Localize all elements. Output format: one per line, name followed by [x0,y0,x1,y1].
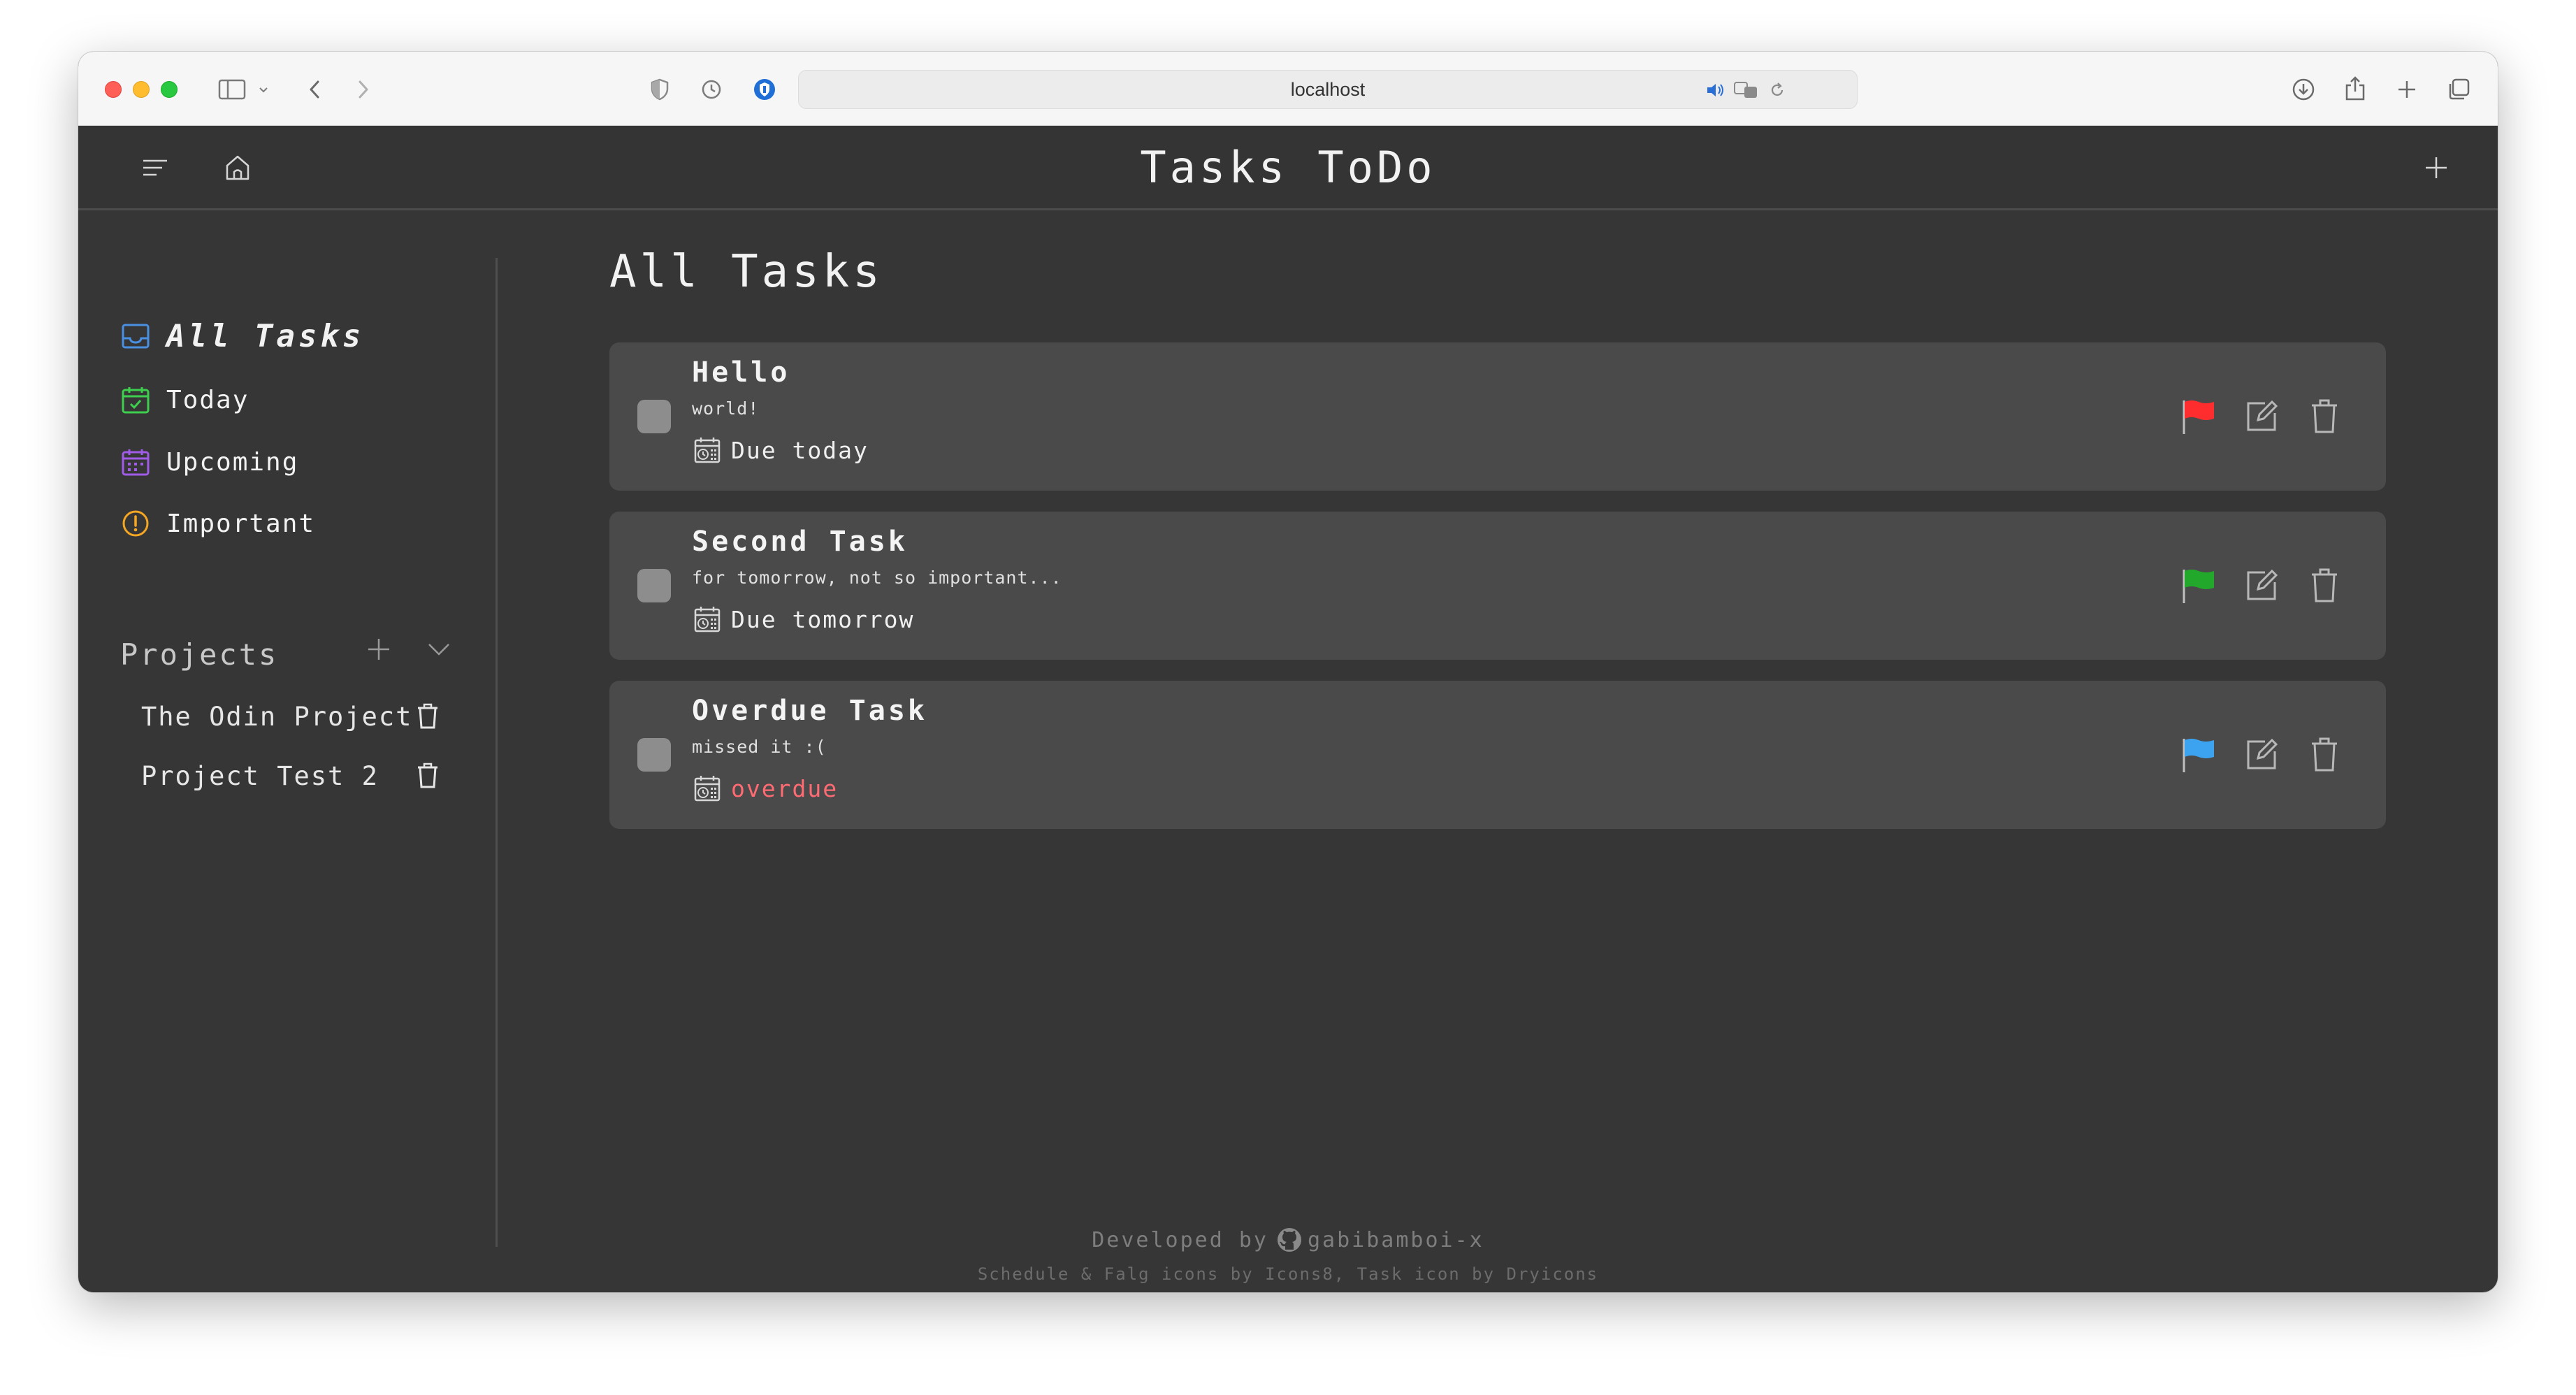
reload-icon[interactable] [1766,79,1788,101]
project-label: The Odin Project [141,701,413,732]
task-checkbox[interactable] [637,738,671,772]
minimize-window-button[interactable] [133,81,150,98]
task-card[interactable]: Second Task for tomorrow, not so importa… [609,512,2386,660]
project-label: Project Test 2 [141,760,379,791]
browser-toolbar: localhost [78,52,2498,126]
trash-icon[interactable] [410,758,445,793]
new-tab-icon[interactable] [2392,74,2422,105]
project-item-odin[interactable]: The Odin Project [141,695,412,737]
page-title: All Tasks [609,246,883,298]
task-title: Second Task [692,526,908,558]
address-bar[interactable]: localhost [798,70,1858,109]
browser-window: localhost Tasks ToDo All Tasks Today Upc… [78,52,2498,1292]
task-checkbox[interactable] [637,400,671,433]
edit-icon[interactable] [2241,565,2282,607]
alert-circle-icon [120,508,151,539]
trash-icon[interactable] [2303,734,2345,776]
sidebar-item-label: Important [166,509,316,538]
share-icon[interactable] [2340,73,2371,105]
inbox-icon [120,321,151,352]
sidebar: All Tasks Today Upcoming Important Proje… [78,210,498,1189]
downloads-icon[interactable] [2288,74,2319,105]
back-icon[interactable] [299,74,330,105]
sidebar-item-all-tasks[interactable]: All Tasks [120,312,364,361]
forward-icon[interactable] [348,74,379,105]
task-title: Overdue Task [692,695,927,727]
speaker-icon[interactable] [1703,79,1728,101]
schedule-icon [692,435,723,465]
add-task-icon[interactable] [2415,147,2457,189]
translate-icon[interactable] [1732,79,1760,101]
app-title: Tasks ToDo [1140,141,1436,193]
trash-icon[interactable] [410,699,445,734]
github-icon[interactable] [1275,1226,1303,1254]
task-due: overdue [692,773,838,804]
task-description: missed it :( [692,737,827,757]
footer-developed-by: Developed by gabibamboi-x [78,1226,2498,1254]
sidebar-item-today[interactable]: Today [120,375,249,424]
trash-icon[interactable] [2303,396,2345,438]
sidebar-item-upcoming[interactable]: Upcoming [120,438,298,486]
close-window-button[interactable] [105,81,122,98]
author-link[interactable]: gabibamboi-x [1308,1228,1484,1252]
schedule-icon [692,773,723,804]
task-due: Due today [692,435,869,465]
schedule-icon [692,604,723,635]
tab-overview-icon[interactable] [2443,74,2474,105]
task-due-label: overdue [731,774,839,802]
task-due-label: Due today [731,436,869,464]
flag-icon[interactable] [2178,396,2220,438]
project-item-test-2[interactable]: Project Test 2 [141,755,379,797]
calendar-check-icon [120,384,151,415]
task-description: for tomorrow, not so important... [692,568,1062,588]
task-checkbox[interactable] [637,569,671,602]
shield-icon[interactable] [644,74,675,105]
sidebar-item-label: Upcoming [166,447,299,477]
zoom-window-button[interactable] [161,81,178,98]
task-card[interactable]: Hello world! Due today [609,342,2386,491]
calendar-icon [120,447,151,477]
task-due: Due tomorrow [692,604,914,635]
developed-by-label: Developed by [1092,1227,1268,1252]
sidebar-divider [495,258,498,1247]
task-card[interactable]: Overdue Task missed it :( overdue [609,681,2386,829]
history-icon[interactable] [696,74,727,105]
edit-icon[interactable] [2241,396,2282,438]
add-project-icon[interactable] [358,628,400,670]
sidebar-item-important[interactable]: Important [120,499,315,548]
url-text: localhost [1290,78,1366,100]
task-title: Hello [692,356,790,389]
flag-icon[interactable] [2178,565,2220,607]
task-due-label: Due tomorrow [731,605,915,633]
task-description: world! [692,398,760,419]
sidebar-item-label: All Tasks [166,318,365,354]
flag-icon[interactable] [2178,734,2220,776]
chevron-down-icon[interactable] [418,628,460,670]
app-header: Tasks ToDo [78,126,2498,210]
projects-heading: Projects [120,637,279,672]
edit-icon[interactable] [2241,734,2282,776]
password-manager-icon[interactable] [749,74,780,105]
sidebar-item-label: Today [166,385,249,414]
footer-credits: Schedule & Falg icons by Icons8, Task ic… [977,1264,1599,1284]
trash-icon[interactable] [2303,565,2345,607]
chevron-down-icon[interactable] [254,80,273,99]
sidebar-toggle-icon[interactable] [212,75,254,103]
